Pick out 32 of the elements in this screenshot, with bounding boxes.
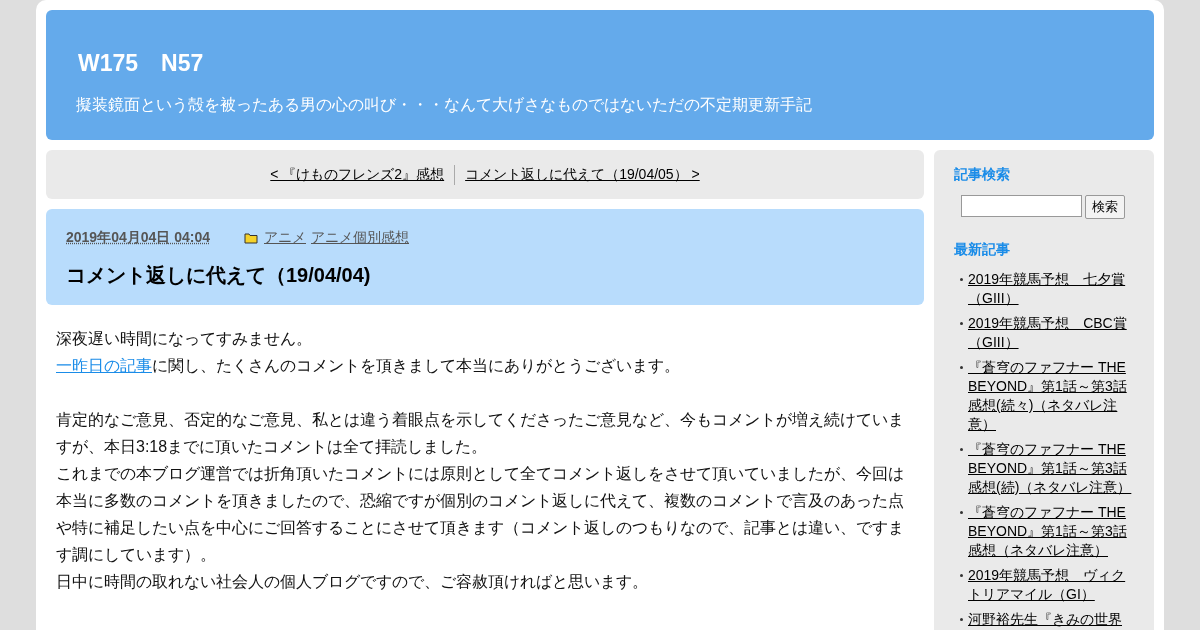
category-link[interactable]: アニメ: [264, 227, 306, 248]
sidebar-heading: 記事検索: [954, 165, 1011, 184]
post-date: 2019年04月04日 04:04: [66, 228, 210, 247]
bullet-icon: [959, 448, 963, 451]
post-paragraph: 肯定的なご意見、否定的なご意見、私とは違う着眼点を示してくださったご意見など、今もコメントが増え続けていますが、本日3:18までに頂いたコメントは全て拝読しました。: [56, 410, 905, 457]
post-paragraph: 一昨日の記事に関し、たくさんのコメントを頂きまして本当にありがとうございます。: [56, 356, 681, 376]
post-paragraph: これまでの本ブログ運営では折角頂いたコメントには原則として全てコメント返しをさせて頂いていましたが、今回は本当に多数のコメントを頂きましたので、恐縮ですが個別のコメント返しに代えて、複数のコメントで言及のあった点や特に補足したい点を中心にご回答することにさせて頂きます（コメント返しのつもりなので、記事とは違い、ですます調にしています）。: [56, 464, 905, 565]
recent-post-link[interactable]: 2019年競馬予想 ヴィクトリアマイル（GI）: [968, 566, 1134, 604]
bullet-icon: [959, 366, 963, 369]
post-paragraph: 深夜遅い時間になってすみません。: [56, 329, 313, 349]
previous-post-link[interactable]: < 『けものフレンズ2』感想: [270, 164, 455, 185]
recent-post-link[interactable]: 2019年競馬予想 七夕賞（GIII）: [968, 270, 1134, 308]
recent-post-link[interactable]: 2019年競馬予想 CBC賞（GIII）: [968, 314, 1134, 352]
post-title: コメント返しに代えて（19/04/04): [66, 263, 372, 288]
bullet-icon: [959, 618, 963, 621]
folder-icon: [244, 231, 258, 244]
search-button[interactable]: 検索: [1085, 195, 1125, 219]
post-paragraph: 日中に時間の取れない社会人の個人ブログですので、ご容赦頂ければと思います。: [56, 572, 649, 592]
next-post-link[interactable]: コメント返しに代えて（19/04/05） >: [455, 164, 700, 185]
bullet-icon: [959, 511, 963, 514]
recent-post-link[interactable]: 『蒼穹のファフナー THE BEYOND』第1話～第3話感想（ネタバレ注意）: [968, 503, 1134, 560]
site-tagline: 擬装鏡面という殻を被ったある男の心の叫び・・・なんて大げさなものではないただの不定期更新手記: [76, 94, 813, 115]
search-field[interactable]: [961, 195, 1082, 217]
bullet-icon: [959, 278, 963, 281]
recent-post-link[interactable]: 河野裕先生『きみの世界: [968, 610, 1134, 629]
recent-post-link[interactable]: 『蒼穹のファフナー THE BEYOND』第1話～第3話感想(続々)（ネタバレ注意）: [968, 358, 1134, 434]
sidebar-heading: 最新記事: [954, 240, 1011, 259]
bullet-icon: [959, 322, 963, 325]
article-link[interactable]: 一昨日の記事: [56, 357, 152, 374]
category-link[interactable]: アニメ個別感想: [311, 227, 409, 248]
recent-post-link[interactable]: 『蒼穹のファフナー THE BEYOND』第1話～第3話感想(続)（ネタバレ注意）: [968, 440, 1134, 497]
bullet-icon: [959, 574, 963, 577]
